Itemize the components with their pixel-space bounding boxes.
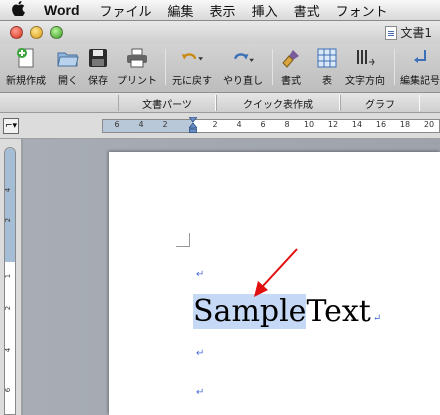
window-title: 文書1 [385, 24, 432, 41]
window-title-text: 文書1 [400, 26, 432, 40]
menu-font[interactable]: フォント [328, 1, 396, 20]
document-icon [385, 25, 398, 40]
tab-charts[interactable]: グラフ [340, 95, 420, 111]
new-document-label: 新規作成 [6, 76, 46, 87]
ruler-number: 2 [4, 217, 13, 223]
menu-app-word[interactable]: Word [36, 2, 92, 18]
redo-label: やり直し [223, 76, 263, 87]
ruler-number: 6 [4, 387, 13, 393]
edit-marks-label: 編集記号 [400, 76, 440, 87]
ruler-number: 12 [327, 120, 339, 129]
toolbar-separator [272, 49, 273, 85]
menu-file[interactable]: ファイル [92, 1, 160, 20]
open-label: 開く [58, 76, 78, 87]
text-direction-button[interactable]: 文字方向 [345, 47, 385, 87]
menu-view[interactable]: 表示 [202, 1, 244, 20]
undo-arrow-icon [181, 47, 203, 69]
paintbrush-icon [280, 47, 302, 69]
toolbar-separator [165, 49, 166, 85]
unselected-text[interactable]: Text [306, 294, 370, 329]
ruler-number: 2 [4, 305, 13, 311]
text-direction-icon [354, 47, 376, 69]
ruler-number: 10 [303, 120, 315, 129]
save-button[interactable]: 保存 [87, 47, 109, 87]
save-label: 保存 [88, 76, 108, 87]
vertical-ruler[interactable]: 4 2 1 2 4 6 [4, 147, 16, 415]
undo-button[interactable]: 元に戻す [172, 47, 212, 87]
menu-format[interactable]: 書式 [286, 1, 328, 20]
ruler-number: 20 [423, 120, 435, 129]
top-margin-area [5, 148, 15, 262]
minimize-window-button[interactable] [30, 26, 43, 39]
tab-quick-tables[interactable]: クイック表作成 [216, 95, 340, 111]
ruler-bar: ⌐▾ 6 4 2 2 4 6 8 10 12 14 16 18 20 [0, 113, 440, 139]
ruler-number: 4 [4, 347, 13, 353]
ruler-number: 14 [351, 120, 363, 129]
sample-text-line[interactable]: Sample Text ↵ [193, 294, 381, 334]
paragraph-mark: ↵ [372, 313, 382, 324]
zoom-window-button[interactable] [50, 26, 63, 39]
redo-arrow-icon [232, 47, 254, 69]
ruler-number: 4 [236, 120, 242, 129]
table-label: 表 [322, 76, 332, 87]
print-button[interactable]: プリント [117, 47, 157, 87]
elements-gallery-bar: 文書パーツ クイック表作成 グラフ [0, 93, 440, 113]
table-grid-icon [316, 47, 338, 69]
ruler-number: 6 [114, 120, 120, 129]
window-title-bar: 文書1 [0, 21, 440, 43]
menu-bar: Word ファイル 編集 表示 挿入 書式 フォント [0, 0, 440, 21]
indent-marker-icon[interactable] [189, 117, 197, 133]
margin-corner-mark [176, 233, 190, 247]
menu-insert[interactable]: 挿入 [244, 1, 286, 20]
menu-edit[interactable]: 編集 [160, 1, 202, 20]
new-document-icon [15, 47, 37, 69]
table-button[interactable]: 表 [316, 47, 338, 87]
printer-icon [126, 47, 148, 69]
ruler-number: 2 [162, 120, 168, 129]
apple-menu-icon[interactable] [0, 0, 36, 20]
ruler-number: 8 [284, 120, 290, 129]
document-page[interactable] [109, 152, 440, 415]
ruler-number: 6 [260, 120, 266, 129]
paragraph-mark: ↵ [196, 269, 205, 280]
open-folder-icon [57, 47, 79, 69]
ruler-number: 18 [399, 120, 411, 129]
ruler-number: 2 [212, 120, 218, 129]
edit-marks-button[interactable]: 編集記号 [400, 47, 440, 87]
ruler-number: 4 [138, 120, 144, 129]
text-direction-label: 文字方向 [345, 76, 385, 87]
tab-document-parts[interactable]: 文書パーツ [118, 95, 216, 111]
paragraph-mark: ↵ [196, 387, 205, 398]
horizontal-ruler[interactable]: 6 4 2 2 4 6 8 10 12 14 16 18 20 [102, 119, 440, 133]
ruler-number: 16 [375, 120, 387, 129]
format-painter-button[interactable]: 書式 [280, 47, 302, 87]
undo-label: 元に戻す [172, 76, 212, 87]
toolbar-separator [394, 49, 395, 85]
tab-stop-selector[interactable]: ⌐▾ [3, 118, 19, 134]
formatting-marks-icon [409, 47, 431, 69]
close-window-button[interactable] [10, 26, 23, 39]
standard-toolbar: 新規作成 開く 保存 プリント 元に戻す やり直し 書式 表 文字方向 編集記号 [0, 43, 440, 93]
ruler-number: 1 [4, 273, 13, 279]
vertical-ruler-column: 4 2 1 2 4 6 [0, 139, 22, 415]
open-button[interactable]: 開く [57, 47, 79, 87]
ruler-number: 4 [4, 187, 13, 193]
paragraph-mark: ↵ [196, 348, 205, 359]
print-label: プリント [117, 76, 157, 87]
selected-text[interactable]: Sample [193, 294, 307, 329]
format-label: 書式 [281, 76, 301, 87]
save-disk-icon [87, 47, 109, 69]
new-document-button[interactable]: 新規作成 [6, 47, 46, 87]
redo-button[interactable]: やり直し [223, 47, 263, 87]
